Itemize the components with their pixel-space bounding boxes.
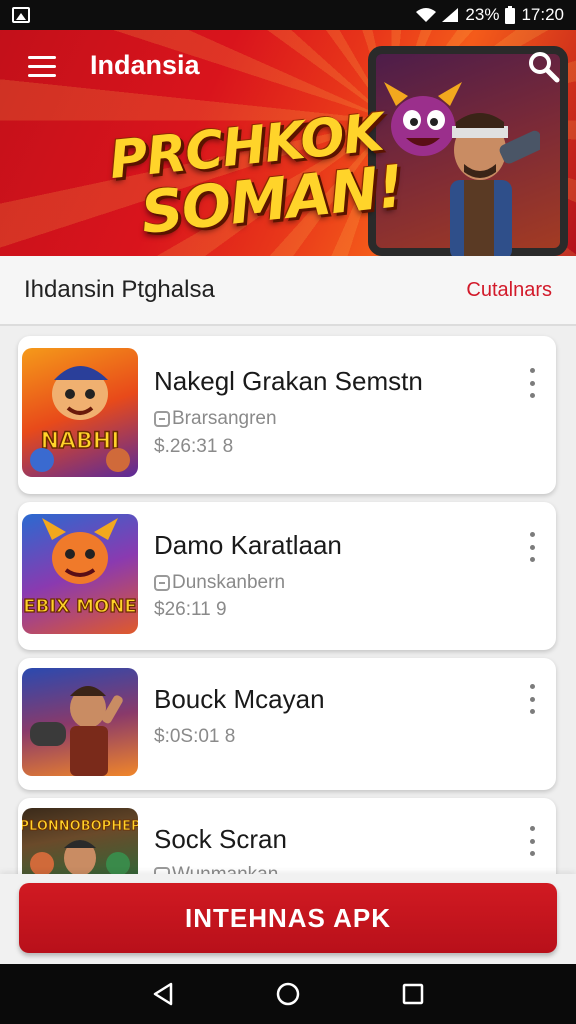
- search-icon[interactable]: [527, 50, 561, 84]
- app-name: Nakegl Grakan Semstn: [154, 366, 423, 396]
- status-bar: 23% 17:20: [0, 0, 576, 30]
- app-developer: Dunskanbern: [154, 572, 285, 594]
- section-see-all-link[interactable]: Cutalnars: [466, 279, 552, 302]
- battery-icon: [505, 6, 516, 24]
- wifi-icon: [415, 7, 437, 23]
- back-icon[interactable]: [143, 974, 183, 1014]
- list-item[interactable]: Bouck Mcayan $:0S:01 8: [18, 658, 556, 790]
- more-options-icon[interactable]: [526, 368, 538, 398]
- app-thumbnail: NEBIX MONEN: [22, 514, 138, 634]
- install-apk-button[interactable]: INTEHNAS APK: [19, 883, 557, 953]
- app-name: Damo Karatlaan: [154, 530, 342, 560]
- app-thumbnail: PLONNOBOPHEP: [22, 808, 138, 884]
- app-name: Bouck Mcayan: [154, 684, 325, 714]
- app-developer: Brarsangren: [154, 408, 277, 430]
- section-header: Ihdansin Ptghalsa Cutalnars: [0, 256, 576, 326]
- app-title: Indansia: [90, 50, 200, 80]
- system-nav-bar: [0, 964, 576, 1024]
- status-right: 23% 17:20: [415, 5, 564, 25]
- app-price: $.26:31 8: [154, 436, 234, 457]
- battery-percent: 23%: [465, 5, 500, 24]
- app-thumbnail: NABHI: [22, 348, 138, 477]
- app-developer-label: Brarsangren: [172, 408, 277, 429]
- developer-icon: [154, 411, 170, 427]
- thumbnail-title: NABHI: [41, 429, 120, 454]
- list-item[interactable]: NEBIX MONEN Damo Karatlaan Dunskanbern $…: [18, 502, 556, 650]
- app-developer-label: Dunskanbern: [172, 572, 286, 593]
- app-name: Sock Scran: [154, 824, 287, 854]
- developer-icon: [154, 575, 170, 591]
- signal-icon: [441, 7, 459, 23]
- thumbnail-title: PLONNOBOPHEP: [22, 819, 138, 834]
- app-thumbnail: [22, 668, 138, 776]
- gallery-icon: [12, 7, 30, 23]
- app-price: $26:11 9: [154, 599, 227, 620]
- more-options-icon[interactable]: [526, 684, 538, 714]
- section-title: Ihdansin Ptghalsa: [24, 276, 215, 303]
- status-time: 17:20: [521, 5, 564, 24]
- more-options-icon[interactable]: [526, 826, 538, 856]
- cta-bar: INTEHNAS APK: [0, 874, 576, 964]
- menu-icon[interactable]: [28, 56, 56, 78]
- list-item[interactable]: NABHI Nakegl Grakan Semstn Brarsangren $…: [18, 336, 556, 494]
- hero-illustration: [450, 113, 540, 256]
- promo-headline: PRCHKOK SOMAN!: [107, 103, 407, 247]
- thumbnail-title: NEBIX MONEN: [22, 596, 138, 617]
- promo-banner[interactable]: Indansia PRCHKOK SOMAN!: [0, 30, 576, 256]
- app-price: $:0S:01 8: [154, 726, 236, 747]
- home-icon[interactable]: [268, 974, 308, 1014]
- more-options-icon[interactable]: [526, 532, 538, 562]
- recents-icon[interactable]: [393, 974, 433, 1014]
